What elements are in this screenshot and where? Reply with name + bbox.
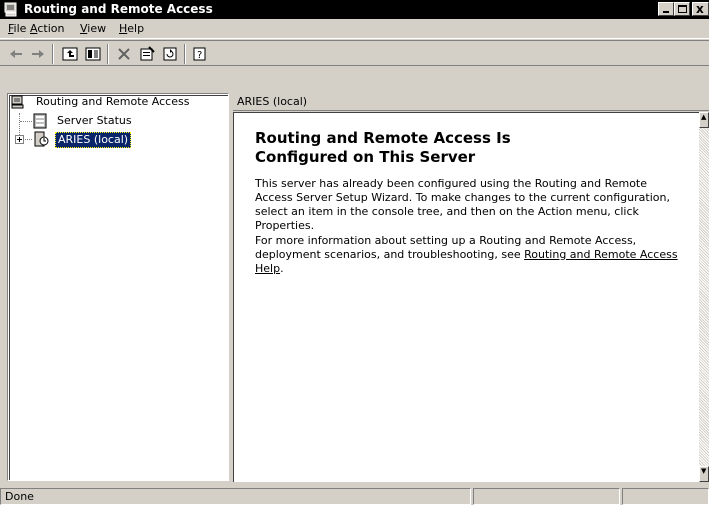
back-button[interactable] (5, 44, 27, 64)
up-one-level-icon (62, 47, 78, 61)
status-bar: Done (0, 486, 709, 505)
show-hide-tree-button[interactable] (82, 44, 104, 64)
main-window: Routing and Remote Access x File Action … (0, 0, 709, 505)
title-bar[interactable]: Routing and Remote Access x (0, 0, 709, 19)
forward-button[interactable] (27, 44, 49, 64)
refresh-button[interactable] (159, 44, 181, 64)
properties-button[interactable] (136, 44, 158, 64)
toolbar: ? (0, 40, 709, 66)
help-button[interactable]: ? (189, 44, 211, 64)
delete-icon (118, 48, 130, 60)
server-computer-icon (11, 95, 24, 109)
server-status-icon (33, 113, 47, 129)
page-title: Routing and Remote Access Is Configured … (255, 129, 511, 166)
svg-text:?: ? (197, 50, 202, 61)
server-computer-icon (4, 2, 17, 17)
status-cell-main: Done (0, 488, 471, 505)
details-pane: Routing and Remote Access Is Configured … (233, 112, 699, 482)
properties-icon (140, 46, 155, 61)
close-icon: x (696, 2, 704, 16)
status-text: Done (5, 490, 34, 503)
arrow-down-icon: ▼ (701, 467, 707, 475)
details-header: ARIES (local) (233, 93, 709, 111)
toolbar-separator (52, 44, 54, 64)
description-paragraph: This server has already been configured … (255, 177, 670, 232)
tree-root-label: Routing and Remote Access (36, 95, 190, 108)
refresh-icon (163, 47, 177, 61)
tree-item-label: Server Status (57, 114, 132, 127)
close-button[interactable]: x (692, 2, 709, 16)
help-icon: ? (193, 47, 206, 61)
tree-item-label: ARIES (local) (55, 132, 132, 148)
show-hide-tree-icon (85, 47, 101, 61)
server-icon (34, 131, 49, 147)
menu-bar: File Action View Help (0, 19, 709, 39)
status-cell-3 (622, 488, 709, 505)
pane-splitter[interactable] (229, 93, 232, 481)
menu-view[interactable]: View (80, 22, 106, 36)
vertical-scrollbar[interactable]: ▲ ▼ (699, 112, 709, 482)
status-cell-2 (473, 488, 620, 505)
details-header-label: ARIES (local) (237, 95, 308, 108)
arrow-up-icon: ▲ (701, 113, 707, 121)
toolbar-separator (184, 44, 186, 64)
expand-toggle[interactable] (15, 135, 24, 144)
scroll-up-button[interactable]: ▲ (699, 112, 709, 128)
console-tree-pane[interactable] (7, 93, 229, 481)
more-info-paragraph: For more information about setting up a … (255, 234, 678, 275)
menu-action[interactable]: Action (30, 22, 64, 36)
up-one-level-button[interactable] (59, 44, 81, 64)
menu-help[interactable]: Help (119, 22, 144, 36)
maximize-button[interactable] (674, 2, 690, 16)
window-title: Routing and Remote Access (24, 2, 213, 16)
minimize-icon (663, 11, 669, 13)
delete-button[interactable] (113, 44, 135, 64)
maximize-icon (678, 5, 687, 13)
menu-file[interactable]: File (8, 22, 26, 36)
toolbar-separator (107, 44, 109, 64)
scroll-down-button[interactable]: ▼ (699, 466, 709, 482)
back-icon (10, 50, 22, 58)
forward-icon (32, 50, 44, 58)
minimize-button[interactable] (658, 2, 674, 16)
